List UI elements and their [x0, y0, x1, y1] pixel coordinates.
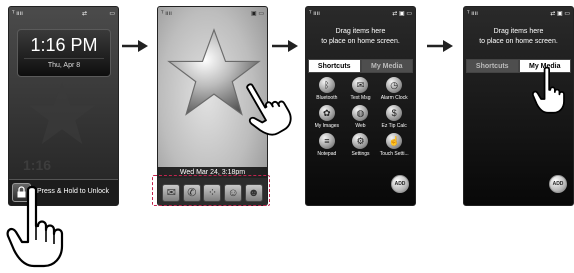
tab-shortcuts[interactable]: Shortcuts: [466, 59, 519, 73]
status-icons: ⇄ ▣ ▭: [392, 11, 412, 17]
tab-shortcuts[interactable]: Shortcuts: [308, 59, 361, 73]
shortcut-item[interactable]: ◷ Alarm Clock: [377, 77, 411, 101]
shortcut-item[interactable]: ◍ Web: [344, 105, 378, 129]
drag-instructions: Drag items here to place on home screen.: [479, 28, 558, 45]
clock-time: 1:16 PM: [30, 35, 98, 55]
shortcut-item[interactable]: ᛒ Bluetooth: [310, 77, 344, 101]
signal-icon: ᵀ ıııı: [161, 11, 172, 17]
tab-bar: Shortcuts My Media: [308, 59, 413, 73]
drag-instructions: Drag items here to place on home screen.: [321, 28, 400, 45]
status-bar: ᵀ ıııı ⇄ ▭: [12, 9, 115, 19]
battery-icon: ▣ ▭: [250, 11, 264, 17]
touch-hand-icon: [532, 66, 565, 114]
add-button[interactable]: ADD: [549, 175, 567, 193]
shortcut-grid: ᛒ Bluetooth ✉ Text Msg ◷ Alarm Clock ✿ My Im…: [310, 77, 411, 157]
status-bar: ᵀ ıııı ⇄ ▣ ▭: [467, 9, 570, 19]
arrow-right-icon: [427, 40, 453, 52]
web-icon: ◍: [352, 105, 369, 121]
arrow-right-icon: [122, 40, 148, 52]
shortcut-item[interactable]: $ Ez Tip Calc: [377, 105, 411, 129]
shortcut-item[interactable]: ✉ Text Msg: [344, 77, 378, 101]
dock-highlight: [152, 175, 270, 206]
add-shortcut-screen: ᵀ ıııı ⇄ ▣ ▭ Drag items here to place on…: [305, 6, 416, 206]
battery-icon: ▭: [109, 11, 115, 17]
background-time: 1:16: [23, 157, 52, 173]
signal-icon: ᵀ ıııı: [12, 11, 23, 17]
touch-hand-icon: [246, 83, 292, 136]
status-icons: ⇄ ▣ ▭: [550, 11, 570, 17]
status-bar: ᵀ ıııı ⇄ ▣ ▭: [309, 9, 412, 19]
clock-widget: 1:16 PM Thu, Apr 8: [17, 29, 111, 77]
touch-hand-icon: [6, 186, 64, 268]
tab-my-media[interactable]: My Media: [360, 59, 413, 73]
my-images-icon: ✿: [318, 105, 335, 121]
bluetooth-icon: ᛒ: [318, 77, 335, 93]
shortcut-item[interactable]: ☝ Touch Setti...: [377, 133, 411, 157]
background-star-icon: [29, 82, 95, 145]
shortcut-item[interactable]: ✿ My Images: [310, 105, 344, 129]
status-bar: ᵀ ıııı ▣ ▭: [161, 9, 264, 19]
signal-icon: ᵀ ıııı: [467, 11, 478, 17]
lock-screen: ᵀ ıııı ⇄ ▭ 1:16 PM Thu, Apr 8 1:16 Press…: [8, 6, 119, 206]
tip-calculator-icon: $: [386, 105, 403, 121]
sync-icon: ⇄: [82, 11, 88, 17]
add-button[interactable]: ADD: [391, 175, 409, 193]
shortcut-item[interactable]: ≡ Notepad: [310, 133, 344, 157]
signal-icon: ᵀ ıııı: [309, 11, 320, 17]
notepad-icon: ≡: [318, 133, 335, 149]
arrow-right-icon: [272, 40, 298, 52]
touch-settings-icon: ☝: [386, 133, 403, 149]
shortcut-item[interactable]: ⚙ Settings: [344, 133, 378, 157]
clock-date: Thu, Apr 8: [24, 58, 104, 69]
settings-icon: ⚙: [352, 133, 369, 149]
text-message-icon: ✉: [352, 77, 369, 93]
alarm-clock-icon: ◷: [386, 77, 403, 93]
